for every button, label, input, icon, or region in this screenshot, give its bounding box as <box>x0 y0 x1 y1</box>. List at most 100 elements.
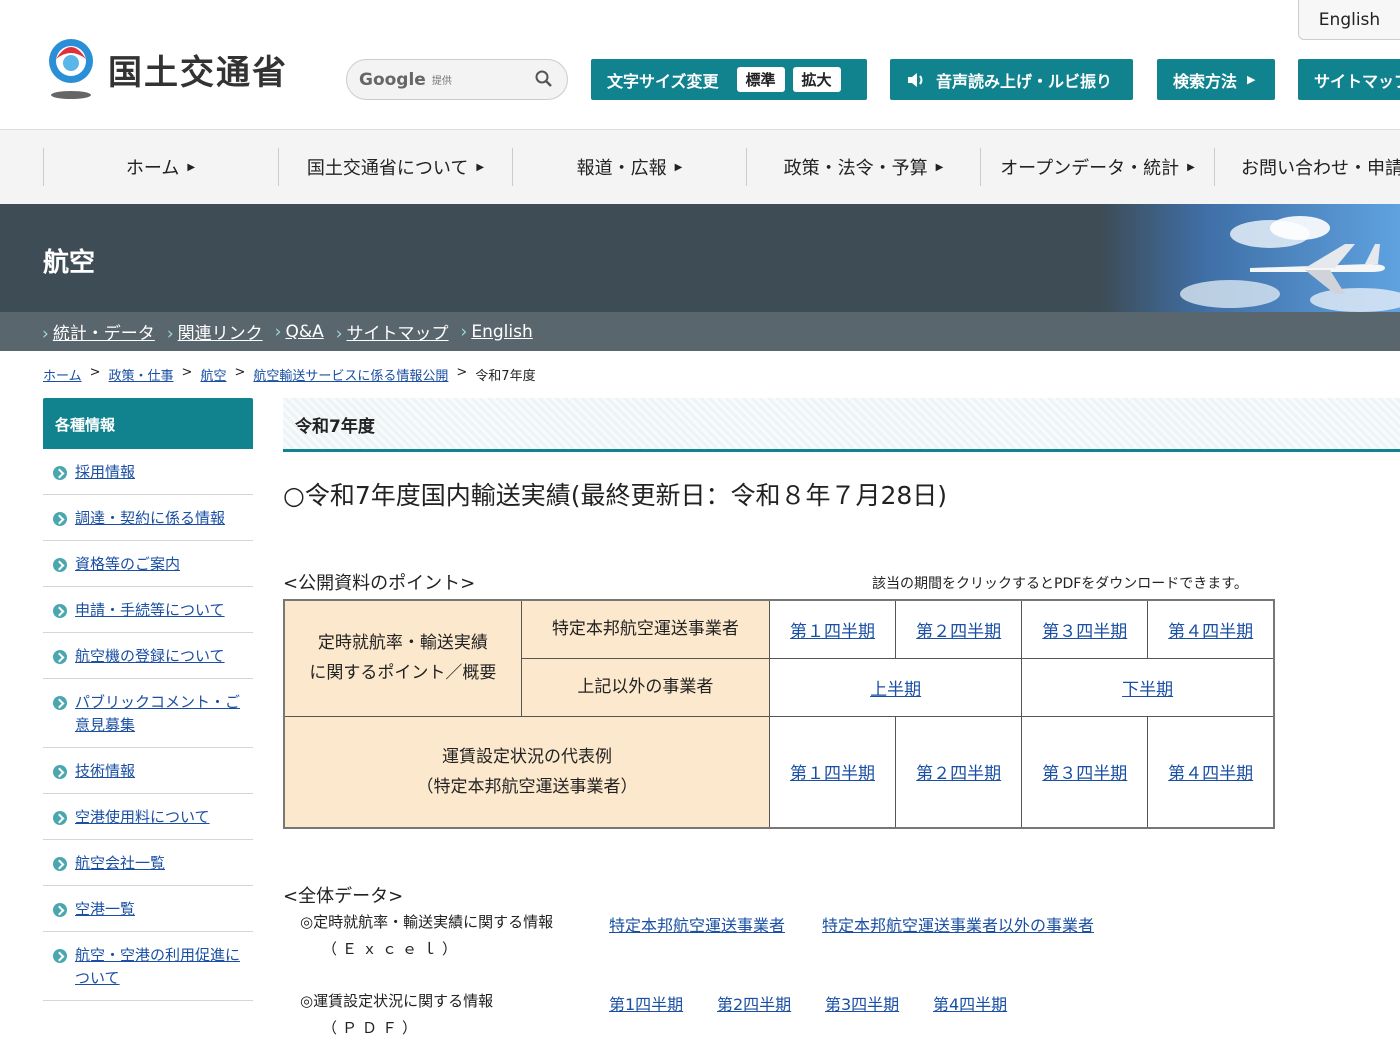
breadcrumb-disclosure[interactable]: 航空輸送サービスに係る情報公開 <box>253 365 448 384</box>
table-cell: 第１四半期 <box>768 715 897 829</box>
excel-link-specific-carriers[interactable]: 特定本邦航空運送事業者 <box>609 912 785 936</box>
sidebar-item-label[interactable]: パブリックコメント・ご意見募集 <box>75 691 247 737</box>
table-cell: 第４四半期 <box>1147 599 1275 659</box>
sidebar-item-technical[interactable]: 技術情報 <box>43 748 253 794</box>
sidebar-item-applications[interactable]: 申請・手続等について <box>43 587 253 633</box>
pdf-link-q1[interactable]: 第１四半期 <box>790 622 875 642</box>
gnav-press[interactable]: 報道・広報 ▶ <box>512 148 746 186</box>
fare-all-link-q4[interactable]: 第4四半期 <box>933 991 1007 1015</box>
table-cell: 第１四半期 <box>768 599 897 659</box>
pdf-link-first-half[interactable]: 上半期 <box>870 680 921 700</box>
arrow-circle-icon <box>53 696 67 710</box>
gnav-contact[interactable]: お問い合わせ・申請 <box>1214 148 1400 186</box>
gnav-home[interactable]: ホーム ▶ <box>43 148 277 186</box>
sidebar-item-aircraft-registration[interactable]: 航空機の登録について <box>43 633 253 679</box>
sidebar-item-label[interactable]: 航空・空港の利用促進について <box>75 944 247 990</box>
breadcrumb-home[interactable]: ホーム <box>43 365 82 384</box>
table-cell: 下半期 <box>1021 657 1275 717</box>
sidebar-item-recruit[interactable]: 採用情報 <box>43 449 253 495</box>
sidebar-item-label[interactable]: 申請・手続等について <box>75 599 225 622</box>
subnav-stats-label: 統計・データ <box>52 324 155 344</box>
gnav-policy[interactable]: 政策・法令・予算 ▶ <box>746 148 980 186</box>
table-category-line: 運賃設定状況の代表例 <box>441 746 612 767</box>
fare-all-link-q3[interactable]: 第3四半期 <box>825 991 899 1015</box>
gnav-opendata[interactable]: オープンデータ・統計 ▶ <box>980 148 1214 186</box>
arrow-circle-icon <box>53 512 67 526</box>
sidebar-item-label[interactable]: 航空機の登録について <box>75 645 225 668</box>
sidebar-item-airport-fees[interactable]: 空港使用料について <box>43 794 253 840</box>
sidebar-item-procurement[interactable]: 調達・契約に係る情報 <box>43 495 253 541</box>
triangle-right-icon: ▶ <box>1247 73 1256 86</box>
fare-pdf-link-q2[interactable]: 第２四半期 <box>916 764 1001 784</box>
all-data-row-fares: ◎運賃設定状況に関する情報 （ＰＤＦ） <box>300 990 493 1038</box>
all-data-row-title: ◎定時就航率・輸送実績に関する情報 <box>300 913 554 931</box>
sidebar-item-label[interactable]: 空港一覧 <box>75 898 135 921</box>
triangle-right-icon: ▶ <box>935 161 944 173</box>
points-label: <公開資料のポイント> <box>283 573 476 594</box>
fare-all-link-q2[interactable]: 第2四半期 <box>717 991 791 1015</box>
sidebar-item-label[interactable]: 技術情報 <box>75 760 135 783</box>
pdf-link-q2[interactable]: 第２四半期 <box>916 622 1001 642</box>
chevron-right-icon: › <box>166 324 174 344</box>
mlit-logo[interactable]: 国土交通省 <box>42 36 288 102</box>
table-cell: 第４四半期 <box>1147 715 1275 829</box>
pdf-link-q3[interactable]: 第３四半期 <box>1042 622 1127 642</box>
sidebar-item-label[interactable]: 空港使用料について <box>75 806 210 829</box>
arrow-circle-icon <box>53 811 67 825</box>
sidebar-item-label[interactable]: 航空会社一覧 <box>75 852 165 875</box>
table-category-punctuality: 定時就航率・輸送実績 に関するポイント／概要 <box>283 599 522 717</box>
triangle-right-icon: ▶ <box>674 161 683 173</box>
search-method-button[interactable]: 検索方法 ▶ <box>1157 59 1275 100</box>
sidebar-item-airlines[interactable]: 航空会社一覧 <box>43 840 253 886</box>
subnav-qa[interactable]: › Q&A <box>275 322 324 342</box>
subnav-links[interactable]: › 関連リンク <box>167 319 263 344</box>
voice-ruby-button[interactable]: 音声読み上げ・ルビ振り <box>890 59 1133 100</box>
gnav-policy-label: 政策・法令・予算 <box>783 158 928 179</box>
subnav-stats[interactable]: › 統計・データ <box>42 319 155 344</box>
search-icon[interactable] <box>535 69 553 89</box>
global-nav: ホーム ▶ 国土交通省について ▶ 報道・広報 ▶ 政策・法令・予算 ▶ オープンデータ… <box>0 130 1400 204</box>
fare-all-link-q1[interactable]: 第1四半期 <box>609 991 683 1015</box>
gnav-about-label: 国土交通省について <box>306 158 469 179</box>
chevron-right-icon: › <box>42 324 49 344</box>
subnav-english[interactable]: › English <box>461 322 533 342</box>
gnav-about[interactable]: 国土交通省について ▶ <box>278 148 512 186</box>
sidebar-item-airports[interactable]: 空港一覧 <box>43 886 253 932</box>
google-search-box[interactable]: Google 提供 <box>346 59 568 100</box>
font-size-normal-button[interactable]: 標準 <box>736 67 785 92</box>
breadcrumb-separator: > <box>89 365 101 380</box>
english-link[interactable]: English <box>1298 0 1400 40</box>
sidebar-item-label[interactable]: 資格等のご案内 <box>75 553 180 576</box>
breadcrumb-aviation[interactable]: 航空 <box>200 365 226 384</box>
sidebar-item-public-comment[interactable]: パブリックコメント・ご意見募集 <box>43 679 253 748</box>
chevron-right-icon: › <box>460 321 468 342</box>
fare-pdf-link-q1[interactable]: 第１四半期 <box>790 764 875 784</box>
sidebar-item-qualifications[interactable]: 資格等のご案内 <box>43 541 253 587</box>
fare-pdf-link-q3[interactable]: 第３四半期 <box>1042 764 1127 784</box>
breadcrumb-separator: > <box>181 365 193 380</box>
triangle-right-icon: ▶ <box>187 161 196 173</box>
breadcrumb-policy[interactable]: 政策・仕事 <box>109 365 174 384</box>
excel-link-other-carriers[interactable]: 特定本邦航空運送事業者以外の事業者 <box>822 912 1094 936</box>
pdf-link-q4[interactable]: 第４四半期 <box>1168 622 1253 642</box>
table-cell: 第３四半期 <box>1021 715 1149 829</box>
google-brand: Google <box>359 69 426 90</box>
gnav-press-label: 報道・広報 <box>576 158 667 179</box>
mlit-logo-icon <box>49 39 93 99</box>
font-size-large-button[interactable]: 拡大 <box>792 67 841 92</box>
fare-pdf-link-q4[interactable]: 第４四半期 <box>1168 764 1253 784</box>
sidebar-item-promotion[interactable]: 航空・空港の利用促進について <box>43 932 253 1001</box>
section-banner: 航空 <box>0 204 1400 312</box>
sidebar-item-label[interactable]: 調達・契約に係る情報 <box>75 507 225 530</box>
arrow-circle-icon <box>53 650 67 664</box>
table-cell: 上半期 <box>768 657 1023 717</box>
sitemap-button[interactable]: サイトマップ <box>1298 59 1400 100</box>
voice-ruby-label: 音声読み上げ・ルビ振り <box>936 71 1113 91</box>
sidebar-item-label[interactable]: 採用情報 <box>75 461 135 484</box>
subnav-sitemap[interactable]: › サイトマップ <box>336 319 449 344</box>
subnav-english-label: English <box>471 321 533 342</box>
breadcrumb-current: 令和7年度 <box>475 369 536 384</box>
all-data-label: <全体データ> <box>283 886 404 907</box>
pdf-link-second-half[interactable]: 下半期 <box>1122 680 1173 700</box>
all-data-row-punctuality: ◎定時就航率・輸送実績に関する情報 （Ｅｘｃｅｌ） <box>300 911 553 959</box>
